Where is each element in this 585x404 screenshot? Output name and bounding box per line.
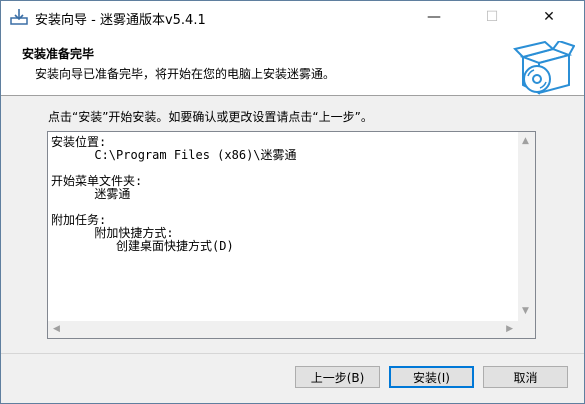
- page-title: 安装准备完毕: [22, 47, 95, 61]
- memo-line: 迷雾通: [51, 187, 131, 201]
- installer-download-icon: [10, 8, 28, 26]
- settings-summary-memo[interactable]: 安装位置: C:\Program Files (x86)\迷雾通 开始菜单文件夹…: [47, 131, 536, 339]
- settings-summary-text: 安装位置: C:\Program Files (x86)\迷雾通 开始菜单文件夹…: [51, 136, 297, 253]
- memo-line: 创建桌面快捷方式(D): [51, 239, 234, 253]
- scroll-corner: [518, 321, 535, 338]
- minimize-icon: —: [427, 9, 441, 25]
- memo-line: 附加任务:: [51, 213, 107, 227]
- installer-window: 安装向导 - 迷雾通版本v5.4.1 — ☐ ✕ 安装准备完毕 安装向导已准备完…: [0, 0, 585, 404]
- maximize-button[interactable]: ☐: [469, 1, 515, 33]
- memo-line: 开始菜单文件夹:: [51, 174, 143, 188]
- page-subtitle: 安装向导已准备完毕，将开始在您的电脑上安装迷雾通。: [35, 67, 336, 81]
- memo-line: C:\Program Files (x86)\迷雾通: [51, 148, 297, 162]
- back-button-label: 上一步(B): [310, 370, 365, 385]
- intro-text: 点击“安装”开始安装。如要确认或更改设置请点击“上一步”。: [48, 110, 373, 124]
- horizontal-scrollbar[interactable]: ◀ ▶: [48, 321, 518, 338]
- back-button[interactable]: 上一步(B): [295, 366, 380, 388]
- install-button[interactable]: 安装(I): [389, 366, 474, 388]
- memo-line: 安装位置:: [51, 135, 107, 149]
- close-icon: ✕: [543, 9, 555, 25]
- scroll-right-icon[interactable]: ▶: [506, 325, 513, 334]
- cancel-button[interactable]: 取消: [483, 366, 568, 388]
- title-bar[interactable]: 安装向导 - 迷雾通版本v5.4.1 — ☐ ✕: [1, 1, 584, 33]
- cancel-button-label: 取消: [513, 370, 538, 385]
- maximize-icon: ☐: [485, 9, 499, 25]
- footer-divider: [1, 353, 584, 354]
- close-button[interactable]: ✕: [526, 1, 572, 33]
- install-button-label: 安装(I): [413, 370, 450, 385]
- window-title: 安装向导 - 迷雾通版本v5.4.1: [35, 13, 206, 28]
- wizard-header: 安装准备完毕 安装向导已准备完毕，将开始在您的电脑上安装迷雾通。: [1, 33, 584, 96]
- vertical-scrollbar[interactable]: ▲ ▼: [518, 132, 535, 321]
- memo-line: 附加快捷方式:: [51, 226, 174, 240]
- minimize-button[interactable]: —: [411, 1, 457, 33]
- scroll-up-icon[interactable]: ▲: [522, 137, 529, 146]
- scroll-left-icon[interactable]: ◀: [53, 325, 60, 334]
- scroll-down-icon[interactable]: ▼: [522, 307, 529, 316]
- box-with-disc-icon: [513, 39, 576, 95]
